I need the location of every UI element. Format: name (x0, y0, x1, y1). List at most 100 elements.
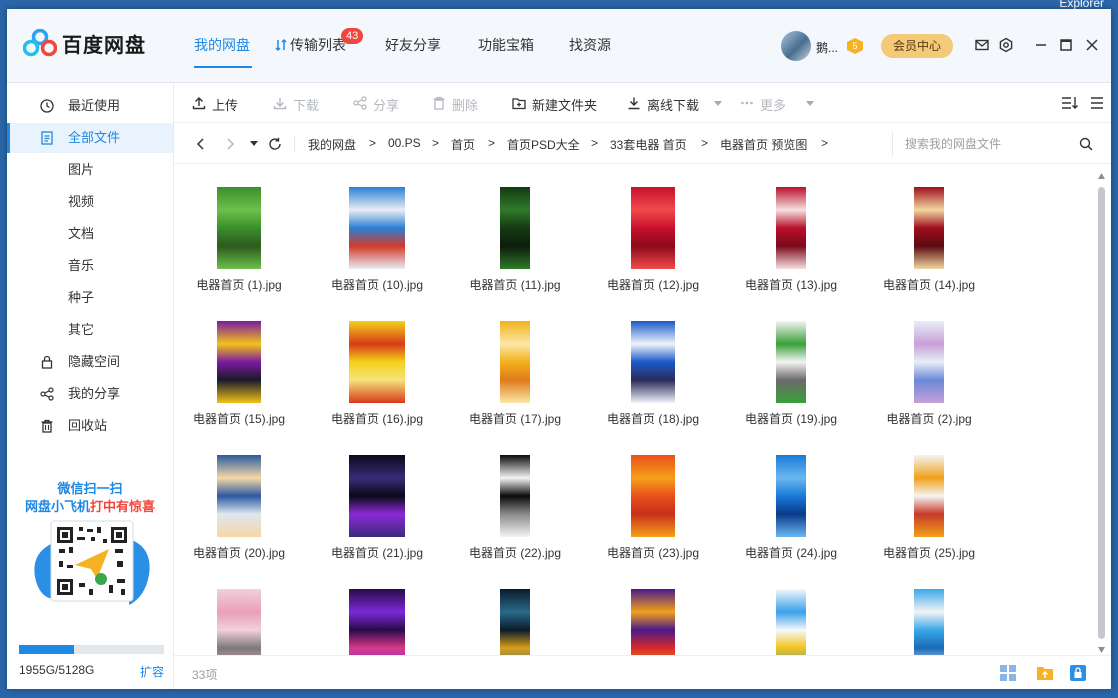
file-item[interactable]: 电器首页 (18).jpg (588, 309, 718, 429)
sidebar-item-label: 视频 (68, 194, 95, 209)
list-view-icon[interactable] (1090, 96, 1104, 110)
active-tab-underline (194, 66, 252, 68)
search-input[interactable] (892, 132, 1080, 156)
file-item[interactable]: 电器首页 (11).jpg (450, 175, 580, 295)
breadcrumb-item[interactable]: 33套电器 首页 (610, 136, 687, 153)
breadcrumb-item[interactable]: 首页 (451, 136, 475, 153)
history-dropdown-caret-icon[interactable] (250, 141, 258, 147)
sidebar-item-images[interactable]: 图片 (7, 155, 173, 185)
username[interactable]: 鹅... (816, 39, 838, 56)
settings-icon[interactable] (998, 37, 1014, 53)
minimize-icon[interactable] (1033, 37, 1049, 53)
file-thumbnail (776, 321, 806, 403)
safe-box-icon[interactable] (1069, 664, 1087, 682)
sidebar-item-music[interactable]: 音乐 (7, 251, 173, 281)
file-thumbnail (776, 455, 806, 537)
upload-folder-icon[interactable] (1036, 664, 1054, 682)
file-item[interactable]: 电器首页 (15).jpg (174, 309, 304, 429)
file-item[interactable] (864, 577, 994, 655)
grid-view-icon[interactable] (999, 664, 1017, 682)
file-name: 电器首页 (10).jpg (330, 278, 424, 292)
file-item[interactable]: 电器首页 (13).jpg (726, 175, 856, 295)
file-item[interactable]: 电器首页 (14).jpg (864, 175, 994, 295)
tab-transfer-list[interactable]: 传输列表 (290, 35, 346, 55)
transfer-arrows-icon (275, 38, 287, 52)
app-name: 百度网盘 (62, 35, 146, 57)
file-item[interactable] (174, 577, 304, 655)
scrollbar-thumb[interactable] (1098, 187, 1105, 639)
close-icon[interactable] (1084, 37, 1100, 53)
file-item[interactable] (588, 577, 718, 655)
more-dropdown-caret[interactable] (806, 101, 814, 106)
wechat-qr-code[interactable] (29, 519, 153, 619)
file-item[interactable]: 电器首页 (12).jpg (588, 175, 718, 295)
scroll-up-arrow-icon[interactable] (1098, 173, 1105, 179)
sidebar-item-torrents[interactable]: 种子 (7, 283, 173, 313)
promo-line-2b: 打中有惊喜 (90, 499, 156, 514)
tab-friend-share[interactable]: 好友分享 (385, 35, 441, 55)
sort-icon[interactable] (1061, 96, 1079, 110)
file-item[interactable]: 电器首页 (19).jpg (726, 309, 856, 429)
avatar[interactable] (781, 31, 811, 61)
scroll-down-arrow-icon[interactable] (1098, 647, 1105, 653)
maximize-icon[interactable] (1058, 37, 1074, 53)
vertical-scrollbar[interactable] (1095, 169, 1107, 659)
breadcrumb-item[interactable]: 我的网盘 (308, 136, 356, 153)
trash-icon (41, 419, 53, 433)
transfer-count-badge: 43 (341, 28, 364, 44)
sidebar-item-recycle-bin[interactable]: 回收站 (7, 411, 173, 441)
file-item[interactable] (726, 577, 856, 655)
file-item[interactable]: 电器首页 (17).jpg (450, 309, 580, 429)
breadcrumb-item[interactable]: 电器首页 预览图 (720, 136, 807, 153)
download-label: 下载 (293, 98, 320, 113)
storage-usage-fill (19, 645, 75, 654)
offline-download-dropdown-caret[interactable] (714, 101, 722, 106)
storage-usage-bar (19, 645, 164, 654)
sidebar-item-documents[interactable]: 文档 (7, 219, 173, 249)
more-label: 更多 (760, 98, 787, 113)
sidebar-item-my-shares[interactable]: 我的分享 (7, 379, 173, 409)
file-item[interactable]: 电器首页 (23).jpg (588, 443, 718, 563)
share-label: 分享 (373, 98, 400, 113)
expand-storage-link[interactable]: 扩容 (140, 663, 164, 680)
file-thumbnail (500, 455, 530, 537)
file-name: 电器首页 (20).jpg (192, 546, 286, 560)
sidebar-item-videos[interactable]: 视频 (7, 187, 173, 217)
sidebar-item-label: 图片 (68, 162, 95, 177)
file-item[interactable]: 电器首页 (20).jpg (174, 443, 304, 563)
sidebar-item-other[interactable]: 其它 (7, 315, 173, 345)
file-item[interactable]: 电器首页 (2).jpg (864, 309, 994, 429)
download-icon (273, 98, 287, 110)
offline-download-label: 离线下载 (647, 98, 700, 113)
file-item[interactable]: 电器首页 (10).jpg (312, 175, 442, 295)
file-thumbnail (500, 589, 530, 655)
tab-find-resources[interactable]: 找资源 (569, 35, 611, 55)
file-item[interactable] (450, 577, 580, 655)
breadcrumb-separator: > (701, 136, 709, 150)
file-item[interactable] (312, 577, 442, 655)
sidebar-item-hidden-space[interactable]: 隐藏空间 (7, 347, 173, 377)
file-item[interactable]: 电器首页 (1).jpg (174, 175, 304, 295)
vip-center-button[interactable]: 会员中心 (881, 34, 953, 58)
file-item[interactable]: 电器首页 (24).jpg (726, 443, 856, 563)
file-item[interactable]: 电器首页 (21).jpg (312, 443, 442, 563)
file-thumbnail (349, 455, 405, 537)
file-thumbnail (217, 321, 261, 403)
forward-arrow-icon[interactable] (225, 138, 235, 150)
status-bar: 33项 (174, 655, 1111, 689)
breadcrumb-item[interactable]: 00.PS (388, 136, 421, 150)
breadcrumb-item[interactable]: 首页PSD大全 (507, 136, 580, 153)
sidebar-item-recent[interactable]: 最近使用 (7, 91, 173, 121)
file-item[interactable]: 电器首页 (16).jpg (312, 309, 442, 429)
file-item[interactable]: 电器首页 (25).jpg (864, 443, 994, 563)
mail-icon[interactable] (974, 37, 990, 53)
tab-feature-box[interactable]: 功能宝箱 (478, 35, 534, 55)
breadcrumb-separator: > (488, 136, 496, 150)
sidebar-item-label: 我的分享 (68, 386, 121, 401)
tab-my-netdisk[interactable]: 我的网盘 (194, 35, 250, 55)
search-icon[interactable] (1079, 137, 1093, 151)
file-item[interactable]: 电器首页 (22).jpg (450, 443, 580, 563)
sidebar-item-all-files[interactable]: 全部文件 (7, 123, 173, 153)
refresh-icon[interactable] (268, 137, 282, 151)
back-arrow-icon[interactable] (196, 138, 206, 150)
